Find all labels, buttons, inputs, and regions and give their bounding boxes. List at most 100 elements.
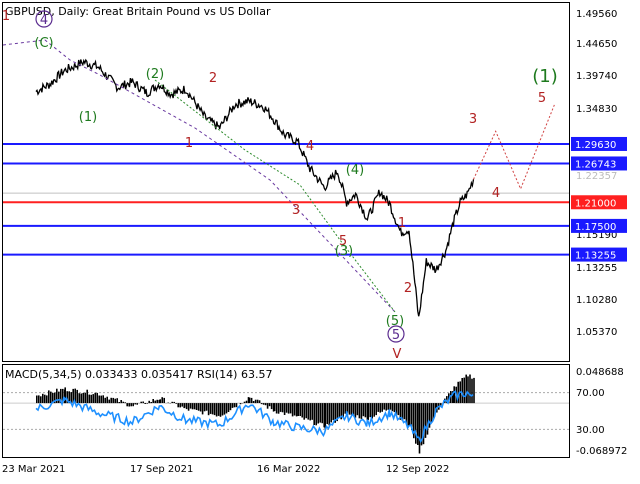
y-tick-label: 1.05370 bbox=[576, 327, 617, 338]
main-plot-frame bbox=[3, 3, 570, 362]
macd-bar bbox=[82, 393, 84, 403]
macd-bar bbox=[194, 403, 196, 409]
macd-bar bbox=[324, 403, 326, 429]
macd-bar bbox=[404, 403, 406, 419]
y-tick-label: 1.34830 bbox=[576, 104, 617, 115]
macd-bar bbox=[276, 403, 278, 413]
macd-bar bbox=[471, 379, 473, 403]
macd-bar bbox=[122, 402, 124, 403]
macd-bar bbox=[110, 398, 112, 403]
macd-bar bbox=[126, 403, 128, 406]
macd-bar bbox=[305, 403, 307, 418]
macd-bar bbox=[274, 403, 276, 411]
y-tick-label: 1.44650 bbox=[576, 39, 617, 50]
macd-bar bbox=[311, 403, 313, 420]
macd-bar bbox=[210, 403, 212, 414]
macd-bar bbox=[357, 403, 359, 415]
macd-bar bbox=[271, 403, 273, 409]
macd-bar bbox=[377, 403, 379, 412]
macd-bar bbox=[150, 402, 152, 403]
macd-bar bbox=[36, 396, 38, 404]
macd-bar bbox=[40, 396, 42, 403]
level-tag-label: 1.29630 bbox=[575, 140, 616, 151]
macd-bar bbox=[473, 378, 475, 403]
macd-bar bbox=[288, 403, 290, 414]
macd-bar bbox=[465, 375, 467, 404]
rsi-70-label: 70.00 bbox=[576, 388, 605, 399]
macd-bar bbox=[467, 376, 469, 403]
macd-bar bbox=[251, 398, 253, 403]
wave-label: 4 bbox=[492, 186, 500, 201]
macd-bar bbox=[363, 403, 365, 416]
macd-bar bbox=[417, 403, 419, 445]
macd-bar bbox=[269, 403, 271, 406]
macd-bar bbox=[118, 402, 120, 403]
macd-bar bbox=[307, 403, 309, 420]
chart: GBPUSD, Daily: Great Britain Pound vs US… bbox=[0, 0, 640, 480]
macd-bar bbox=[292, 403, 294, 416]
macd-bar bbox=[58, 392, 60, 403]
macd-bar bbox=[453, 386, 455, 403]
wave-label: 4 bbox=[306, 139, 314, 154]
macd-bar bbox=[46, 395, 48, 403]
macd-bar bbox=[390, 403, 392, 410]
indicator-title: MACD(5,34,5) 0.033433 0.035417 RSI(14) 6… bbox=[5, 368, 272, 381]
macd-bar bbox=[48, 390, 50, 403]
macd-bar bbox=[387, 403, 389, 410]
macd-bar bbox=[244, 402, 246, 403]
y-tick-label: 1.10280 bbox=[576, 295, 617, 306]
macd-bar bbox=[200, 403, 202, 411]
macd-bar bbox=[38, 395, 40, 403]
macd-bar bbox=[92, 394, 94, 403]
macd-bar bbox=[351, 403, 353, 415]
macd-bar bbox=[88, 395, 90, 404]
macd-bar bbox=[349, 403, 351, 415]
wave-label: 5 bbox=[538, 91, 546, 106]
macd-bar bbox=[365, 403, 367, 417]
macd-bar bbox=[355, 403, 357, 418]
macd-bar bbox=[369, 403, 371, 417]
macd-bar bbox=[124, 402, 126, 403]
macd-bar bbox=[163, 398, 165, 403]
macd-bar bbox=[255, 400, 257, 403]
level-tag-label: 1.13255 bbox=[575, 251, 616, 262]
x-tick-label: 16 Mar 2022 bbox=[257, 464, 320, 475]
macd-bar bbox=[179, 403, 181, 407]
macd-bar bbox=[177, 403, 179, 407]
wave-label: 1 bbox=[398, 216, 406, 231]
macd-bar bbox=[50, 392, 52, 404]
macd-bar bbox=[373, 403, 375, 417]
rsi-30-label: 30.00 bbox=[576, 425, 605, 436]
macd-bar bbox=[196, 403, 198, 410]
macd-bar bbox=[198, 403, 200, 411]
macd-bar bbox=[425, 403, 427, 438]
wave-label: 2 bbox=[209, 71, 217, 86]
macd-bar bbox=[280, 403, 282, 412]
macd-bar bbox=[142, 402, 144, 404]
macd-bar bbox=[359, 403, 361, 418]
macd-bar bbox=[204, 403, 206, 411]
macd-bar bbox=[161, 397, 163, 403]
macd-bar bbox=[228, 403, 230, 412]
macd-bar bbox=[96, 393, 98, 403]
macd-bar bbox=[463, 378, 465, 404]
macd-bar bbox=[175, 403, 177, 404]
macd-bar bbox=[263, 403, 265, 405]
wave-label: (5) bbox=[386, 314, 404, 329]
macd-bar bbox=[313, 403, 315, 425]
macd-bar bbox=[154, 401, 156, 404]
macd-bar bbox=[367, 403, 369, 420]
macd-bar bbox=[309, 403, 311, 420]
macd-bar bbox=[253, 401, 255, 403]
macd-bar bbox=[108, 400, 110, 404]
macd-bar bbox=[128, 403, 130, 406]
macd-bar bbox=[130, 403, 132, 406]
macd-bar bbox=[183, 403, 185, 408]
macd-bar bbox=[114, 399, 116, 403]
macd-bar bbox=[249, 398, 251, 403]
macd-bar bbox=[156, 400, 158, 403]
macd-bar bbox=[278, 403, 280, 414]
wave-label: (4) bbox=[346, 163, 364, 178]
macd-bar bbox=[328, 403, 330, 425]
wave-label: (2) bbox=[146, 67, 164, 82]
